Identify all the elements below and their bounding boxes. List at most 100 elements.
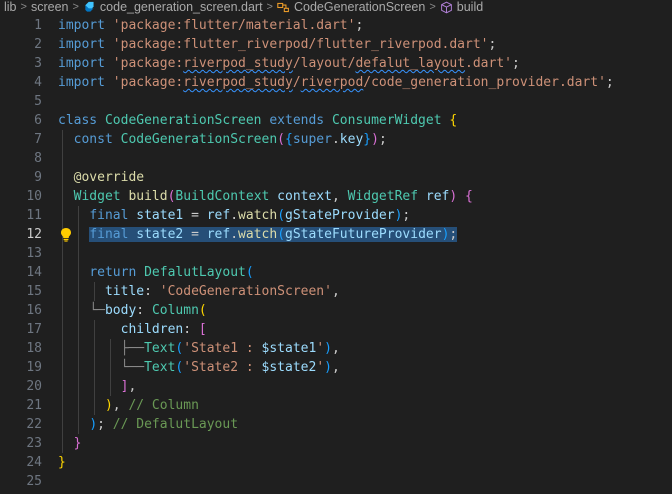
code-token: ,: [112, 398, 129, 413]
code-token: Text: [144, 360, 176, 375]
code-line[interactable]: 17 children: [: [0, 320, 672, 339]
line-number: 12: [26, 227, 42, 242]
code-line[interactable]: 16 └─body: Column(: [0, 301, 672, 320]
code-text: import 'package:flutter_riverpod/flutter…: [58, 35, 496, 54]
code-token: (: [277, 208, 286, 223]
code-token: context: [277, 189, 332, 204]
breadcrumb-label: build: [456, 0, 484, 14]
code-line[interactable]: 9 @override: [0, 168, 672, 187]
code-line[interactable]: 12 final state2 = ref.watch(gStateFuture…: [0, 225, 672, 244]
code-token: =: [183, 227, 207, 242]
line-number: 11: [26, 208, 42, 223]
code-line[interactable]: 23 }: [0, 434, 672, 453]
line-number: 14: [26, 265, 42, 280]
code-line[interactable]: 25: [0, 472, 672, 491]
line-number: 24: [26, 455, 42, 470]
code-line[interactable]: 6 class CodeGenerationScreen extends Cons…: [0, 111, 672, 130]
line-number: 23: [26, 436, 42, 451]
code-text: final state1 = ref.watch(gStateProvider)…: [58, 206, 410, 225]
code-token: └──: [120, 360, 145, 375]
code-token: ConsumerWidget: [331, 113, 442, 128]
code-line[interactable]: 24}: [0, 453, 672, 472]
code-token: riverpod_study: [183, 75, 293, 90]
code-token: ;: [97, 417, 113, 432]
line-number: 7: [34, 132, 42, 147]
code-text: ├──Text('State1 : $state1'),: [58, 339, 340, 358]
code-token: BuildContext: [175, 189, 270, 204]
breadcrumb-item[interactable]: lib: [4, 0, 17, 14]
breadcrumb-item[interactable]: screen: [31, 0, 69, 14]
breadcrumb-separator: >: [266, 1, 273, 13]
code-token: $state2: [261, 360, 317, 375]
code-token: .: [331, 132, 340, 147]
code-line[interactable]: 15 title: 'CodeGenerationScreen',: [0, 282, 672, 301]
code-line[interactable]: 1 import 'package:flutter/material.dart';: [0, 16, 672, 35]
code-token: // DefalutLayout: [112, 417, 239, 432]
line-number: 20: [26, 379, 42, 394]
code-line[interactable]: 20 ],: [0, 377, 672, 396]
code-token: 'package:: [112, 56, 184, 71]
code-token: .: [230, 227, 239, 242]
code-line[interactable]: 22 ); // DefalutLayout: [0, 415, 672, 434]
code-token: riverpod_study: [183, 56, 293, 71]
code-token: :: [183, 322, 199, 337]
code-token: {: [285, 132, 293, 147]
code-token: state2: [136, 227, 184, 242]
code-token: ;: [605, 75, 614, 90]
code-token: watch: [238, 208, 278, 223]
line-number: 15: [26, 284, 42, 299]
code-editor[interactable]: 1 import 'package:flutter/material.dart';…: [0, 16, 672, 491]
code-token: ,: [331, 284, 340, 299]
code-token: ,: [331, 189, 348, 204]
code-line[interactable]: 11 final state1 = ref.watch(gStateProvid…: [0, 206, 672, 225]
code-line[interactable]: 5: [0, 92, 672, 111]
code-line[interactable]: 13: [0, 244, 672, 263]
code-line[interactable]: 2 import 'package:flutter_riverpod/flutte…: [0, 35, 672, 54]
code-token: ,: [128, 379, 137, 394]
code-line[interactable]: 21 ), // Column: [0, 396, 672, 415]
line-number: 18: [26, 341, 42, 356]
line-number: 17: [26, 322, 42, 337]
code-text: import 'package:flutter/material.dart';: [58, 16, 363, 35]
code-text: ); // DefalutLayout: [58, 415, 238, 434]
code-token: /: [292, 75, 301, 90]
code-line[interactable]: 7 const CodeGenerationScreen({super.key}…: [0, 130, 672, 149]
breadcrumb-item[interactable]: code_generation_screen.dart: [83, 0, 263, 14]
line-number: 4: [34, 75, 42, 90]
lightbulb-icon[interactable]: [59, 227, 73, 242]
code-line[interactable]: 18 ├──Text('State1 : $state1'),: [0, 339, 672, 358]
indent-guide: [62, 149, 63, 168]
code-token: ;: [378, 132, 387, 147]
code-token: import: [58, 56, 105, 71]
code-line[interactable]: 19 └──Text('State2 : $state2'),: [0, 358, 672, 377]
code-line[interactable]: 3 import 'package:riverpod_study/layout/d…: [0, 54, 672, 73]
code-line[interactable]: 8: [0, 149, 672, 168]
code-text: @override: [58, 168, 144, 187]
code-line[interactable]: 14 return DefalutLayout(: [0, 263, 672, 282]
code-token: return: [89, 265, 137, 280]
code-text: const CodeGenerationScreen({super.key});: [58, 130, 387, 149]
code-line[interactable]: 10 Widget build(BuildContext context, Wi…: [0, 187, 672, 206]
line-number: 2: [34, 37, 42, 52]
code-text: Widget build(BuildContext context, Widge…: [58, 187, 473, 206]
code-token: ': [316, 360, 325, 375]
code-token: ref: [206, 227, 231, 242]
breadcrumb-item[interactable]: CodeGenerationScreen: [277, 0, 425, 14]
breadcrumb-item[interactable]: build: [440, 0, 483, 14]
code-token: watch: [238, 227, 278, 242]
code-token: final: [89, 208, 129, 223]
code-line[interactable]: 4 import 'package:riverpod_study/riverpod…: [0, 73, 672, 92]
code-token: /layout/: [292, 56, 356, 71]
code-token: (: [245, 265, 254, 280]
